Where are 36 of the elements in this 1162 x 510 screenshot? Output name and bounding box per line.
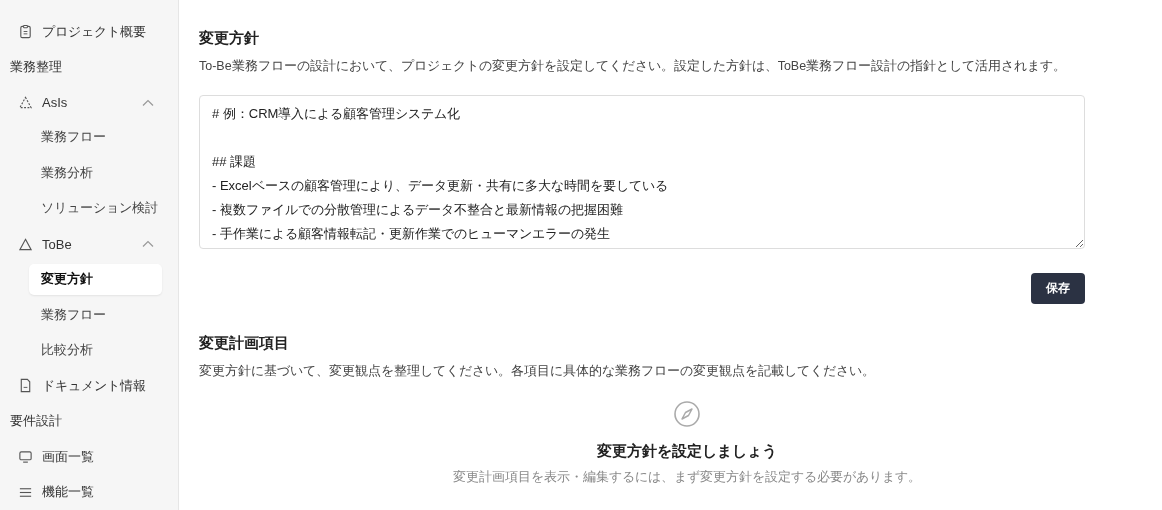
nav-subitem[interactable]: 変更方針 <box>29 263 162 296</box>
nav-item[interactable]: 画面一覧 <box>10 439 162 475</box>
nav-subitem[interactable]: ソリューション検討 <box>10 191 162 227</box>
nav-item[interactable]: ドキュメント情報 <box>10 368 162 404</box>
section-heading: 要件設計 <box>10 412 63 430</box>
chevron-up-icon[interactable] <box>142 98 154 107</box>
nav-label: ToBe <box>42 236 73 252</box>
nav-label: 機能一覧 <box>42 483 95 502</box>
nav-subitem[interactable]: 業務分析 <box>10 155 162 192</box>
document-icon <box>18 378 33 394</box>
triangle-icon <box>18 236 33 252</box>
chevron-up-icon[interactable] <box>142 240 154 249</box>
clipboard-icon <box>18 24 33 40</box>
policy-textarea[interactable]: # 例：CRM導入による顧客管理システム化 ## 課題 - Excelベースの顧客管理により、データ更新・共有に多大な時間を要している - 複数ファイルでの分散管理によるデータ不整合と最新情報の把握困難 - 手作業による顧客情報転記・更新作業でのヒューマンエラーの発生 <box>199 95 1085 249</box>
section-title: 変更計画項目 <box>199 334 290 353</box>
nav-group[interactable]: AsIs <box>10 84 162 121</box>
empty-state-text: 変更計画項目を表示・編集するには、まず変更方針を設定する必要があります。 <box>453 469 921 486</box>
section-title: 変更方針 <box>199 29 260 48</box>
section-description: To-Be業務フローの設計において、プロジェクトの変更方針を設定してください。設定した方針は、ToBe業務フロー設計の指針として活用されます。 <box>199 58 1068 75</box>
nav-subitem[interactable]: 比較分析 <box>10 332 162 369</box>
dashed-triangle-icon <box>18 95 33 111</box>
save-button[interactable]: 保存 <box>1031 273 1085 304</box>
monitor-icon <box>18 449 33 465</box>
nav-group[interactable]: ToBe <box>10 226 162 262</box>
nav-label: 画面一覧 <box>42 447 95 466</box>
section-description: 変更方針に基づいて、変更観点を整理してください。各項目に具体的な業務フローの変更観点を記載してください。 <box>199 363 876 380</box>
compass-icon <box>673 400 701 428</box>
nav-subitem[interactable]: 業務フロー <box>10 297 162 333</box>
nav-label: AsIs <box>42 95 69 111</box>
nav-item[interactable]: 機能一覧 <box>10 474 162 510</box>
section-heading: 業務整理 <box>10 58 63 76</box>
nav-label: プロジェクト概要 <box>42 22 147 41</box>
nav-subitem[interactable]: 業務フロー <box>10 120 162 156</box>
nav-label: ドキュメント情報 <box>42 377 147 395</box>
empty-state-title: 変更方針を設定しましょう <box>597 442 777 461</box>
nav-item[interactable]: プロジェクト概要 <box>10 14 162 50</box>
